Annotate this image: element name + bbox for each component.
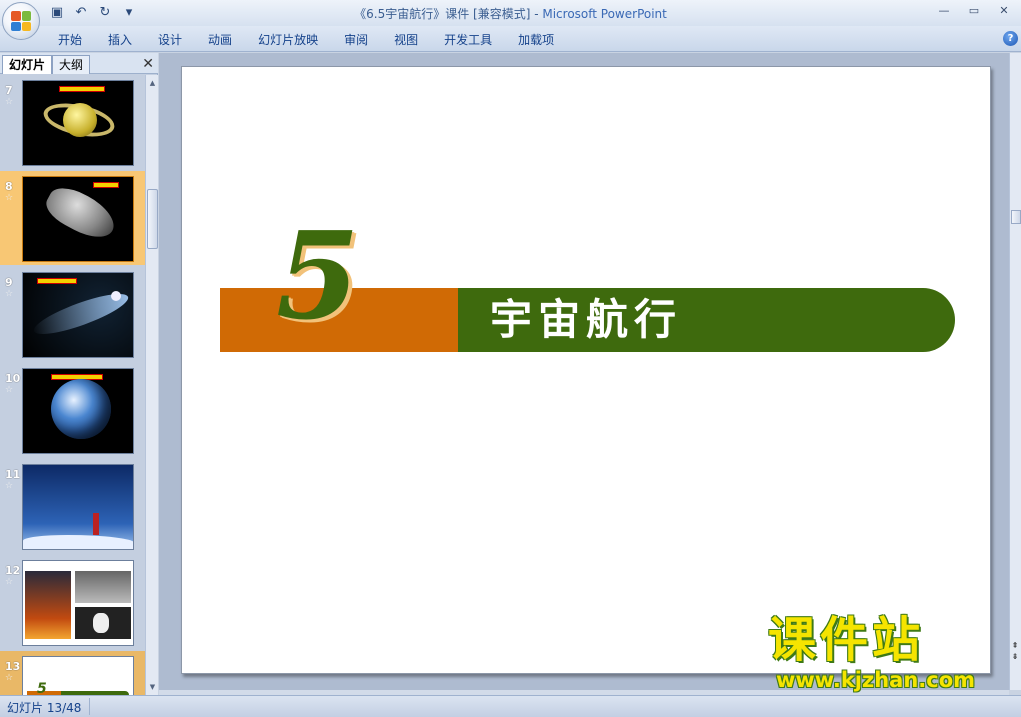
animation-star-icon: ☆ <box>5 673 14 683</box>
ribbon-tab[interactable]: 视图 <box>381 31 431 49</box>
scrollbar-thumb[interactable] <box>147 189 158 249</box>
slide-number: 8 <box>5 180 13 193</box>
ribbon-tab[interactable]: 审阅 <box>331 31 381 49</box>
minimize-icon[interactable]: — <box>933 2 955 20</box>
slide-indicator: 幻灯片 13/48 <box>7 701 82 715</box>
ribbon: 开始 插入 设计 动画 幻灯片放映 审阅 视图 开发工具 加载项 ? <box>0 26 1021 52</box>
slide-thumbnail[interactable]: 8 ☆ <box>0 171 145 265</box>
scroll-down-icon[interactable]: ▼ <box>147 681 158 693</box>
slide-thumbnail[interactable]: 13 ☆ 5 <box>0 651 145 695</box>
watermark-logo: 课件站 www.kjzhan.com <box>768 612 1008 692</box>
status-bar: 幻灯片 13/48 <box>0 695 1021 717</box>
ribbon-tab[interactable]: 设计 <box>145 31 195 49</box>
window-title: 《6.5宇宙航行》课件 [兼容模式] - Microsoft PowerPoin… <box>0 5 1021 22</box>
office-logo-icon <box>11 11 31 31</box>
status-divider <box>89 698 90 715</box>
slide-thumbnail[interactable]: 11 ☆ <box>0 459 145 553</box>
slide-number: 11 <box>5 468 21 481</box>
ribbon-tabs: 开始 插入 设计 动画 幻灯片放映 审阅 视图 开发工具 加载项 <box>58 31 567 49</box>
thumbnail-image <box>22 368 134 454</box>
restore-icon[interactable]: ▭ <box>963 2 985 20</box>
slide-title[interactable]: 宇宙航行 <box>490 293 682 347</box>
thumbnail-image: 5 <box>22 656 134 695</box>
editor-scrollbar[interactable] <box>1009 53 1021 690</box>
pane-tabs: 幻灯片 大纲 ✕ <box>0 53 158 74</box>
watermark-url: www.kjzhan.com <box>776 668 976 692</box>
tab-outline[interactable]: 大纲 <box>52 55 91 74</box>
window-controls: — ▭ ✕ <box>933 2 1015 20</box>
thumbnail-image <box>22 560 134 646</box>
slide-thumbnails: 7 ☆ 8 ☆ 9 ☆ 10 ☆ 11 ☆ 12 ☆ 13 ☆ 5 <box>0 75 145 695</box>
watermark-main: 课件站 <box>768 612 925 668</box>
ribbon-tab[interactable]: 开始 <box>58 31 95 49</box>
thumbnails-scrollbar[interactable]: ▲ ▼ <box>145 75 158 695</box>
animation-star-icon: ☆ <box>5 193 14 203</box>
animation-star-icon: ☆ <box>5 481 14 491</box>
slide-thumbnail[interactable]: 10 ☆ <box>0 363 145 457</box>
thumbnail-image <box>22 272 134 358</box>
window-title-document: 《6.5宇宙航行》课件 [兼容模式] - <box>354 7 543 21</box>
slide-thumbnail[interactable]: 12 ☆ <box>0 555 145 649</box>
previous-slide-icon[interactable]: ⇞ <box>1009 640 1021 651</box>
help-icon[interactable]: ? <box>1003 31 1018 46</box>
next-slide-icon[interactable]: ⇟ <box>1009 651 1021 662</box>
window-title-app: Microsoft PowerPoint <box>542 7 667 21</box>
tab-slides[interactable]: 幻灯片 <box>2 55 53 74</box>
slide-number: 9 <box>5 276 13 289</box>
slide-nav: ⇞ ⇟ <box>1009 640 1021 662</box>
ribbon-tab[interactable]: 动画 <box>195 31 245 49</box>
thumbnail-image <box>22 80 134 166</box>
slides-pane: 幻灯片 大纲 ✕ 7 ☆ 8 ☆ 9 ☆ 10 ☆ 11 ☆ 12 ☆ 13 ☆ 5 ▲ ▼ <box>0 53 158 695</box>
office-button[interactable] <box>2 2 40 40</box>
ribbon-tab[interactable]: 插入 <box>95 31 145 49</box>
ribbon-tab[interactable]: 幻灯片放映 <box>245 31 331 49</box>
close-pane-icon[interactable]: ✕ <box>142 56 154 72</box>
animation-star-icon: ☆ <box>5 97 14 107</box>
slide-thumbnail[interactable]: 7 ☆ <box>0 75 145 169</box>
scroll-up-icon[interactable]: ▲ <box>147 77 158 89</box>
animation-star-icon: ☆ <box>5 577 14 587</box>
slide-number: 7 <box>5 84 13 97</box>
slide-canvas[interactable]: 5 宇宙航行 <box>181 66 991 674</box>
slide-thumbnail[interactable]: 9 ☆ <box>0 267 145 361</box>
animation-star-icon: ☆ <box>5 289 14 299</box>
slide-number: 12 <box>5 564 21 577</box>
chapter-number[interactable]: 5 <box>276 217 360 337</box>
slide-number: 10 <box>5 372 21 385</box>
ribbon-tab[interactable]: 开发工具 <box>431 31 505 49</box>
ribbon-tab[interactable]: 加载项 <box>505 31 567 49</box>
close-icon[interactable]: ✕ <box>993 2 1015 20</box>
thumbnail-image <box>22 176 134 262</box>
editor-scrollbar-thumb[interactable] <box>1011 210 1021 224</box>
slide-editor: 5 宇宙航行 <box>159 53 1009 690</box>
title-bar: ▣ ↶ ↻ ▾ 《6.5宇宙航行》课件 [兼容模式] - Microsoft P… <box>0 0 1021 26</box>
animation-star-icon: ☆ <box>5 385 14 395</box>
slide-number: 13 <box>5 660 21 673</box>
thumbnail-image <box>22 464 134 550</box>
